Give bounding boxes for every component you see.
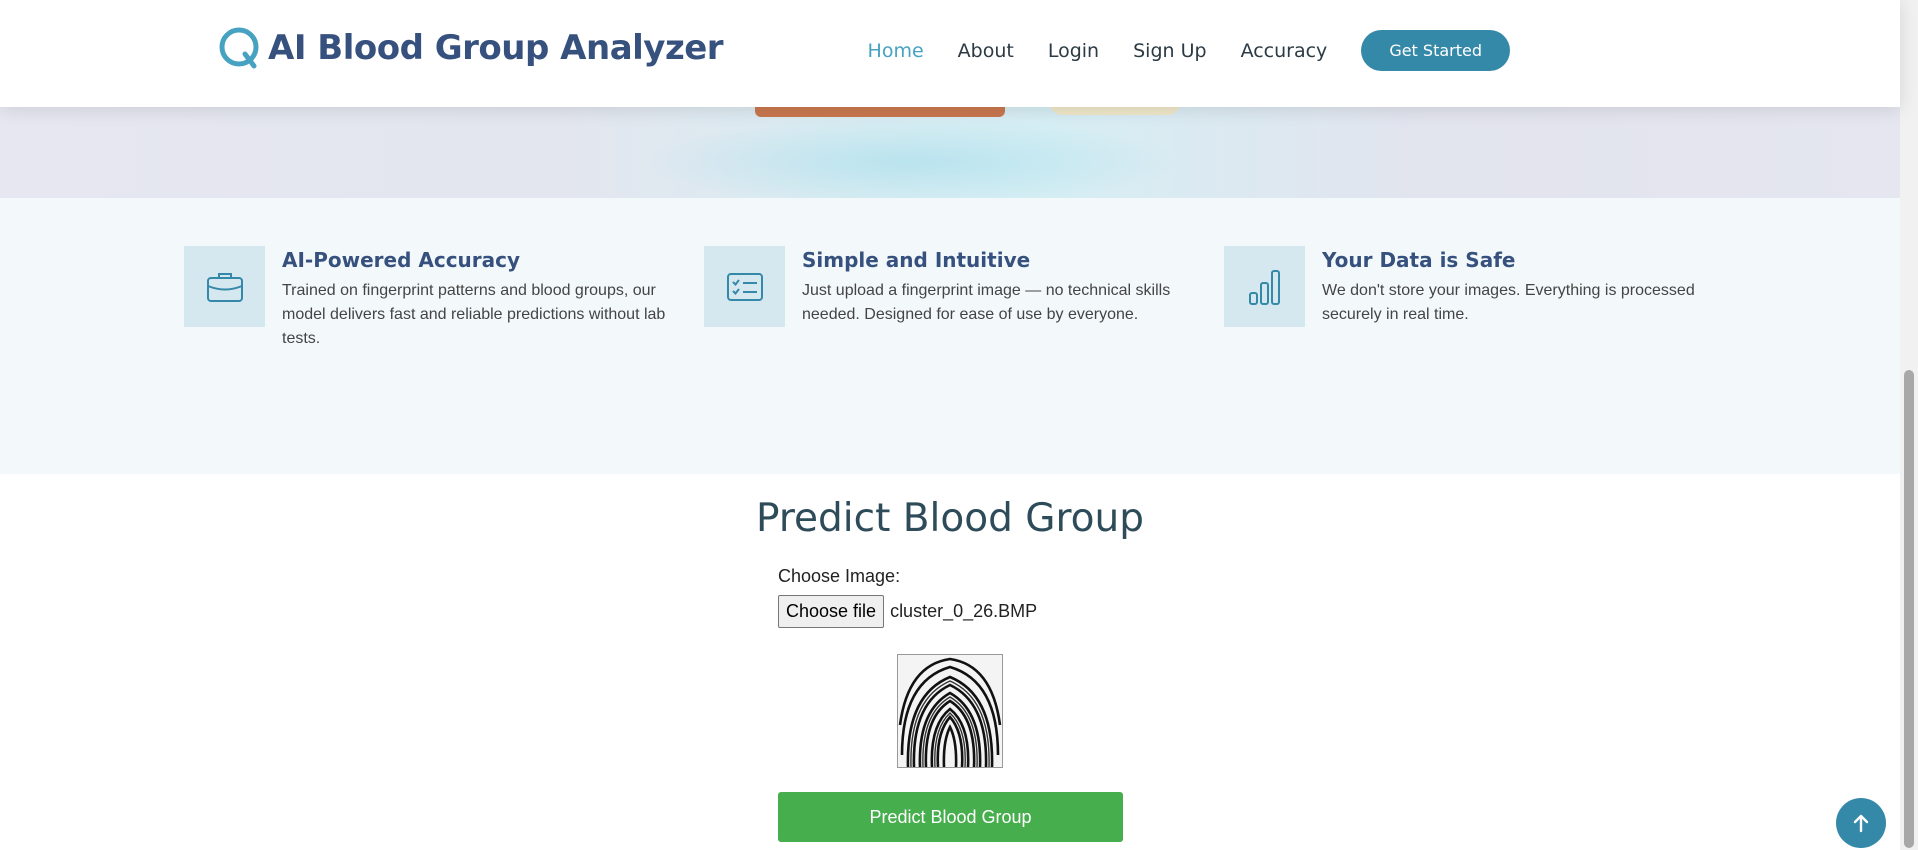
selected-file-name: cluster_0_26.BMP [890, 601, 1038, 621]
hero-decoration [640, 117, 1180, 207]
choose-image-label: Choose Image: [778, 566, 901, 586]
back-to-top-button[interactable] [1836, 798, 1886, 848]
fingerprint-image [898, 655, 1002, 767]
scrollbar-thumb[interactable] [1904, 370, 1914, 848]
brand-name: AI Blood Group Analyzer [268, 28, 724, 68]
file-input[interactable]: Choose file cluster_0_26.BMP [778, 595, 1037, 628]
feature-description: We don't store your images. Everything i… [1322, 282, 1695, 323]
predict-title: Predict Blood Group [756, 496, 1144, 541]
feature-title: Your Data is Safe [1322, 248, 1516, 272]
main-nav: Home About Login Sign Up Accuracy Get St… [834, 30, 1510, 71]
feature-ai-accuracy: AI-Powered Accuracy Trained on fingerpri… [160, 246, 680, 422]
arrow-up-icon [1853, 814, 1869, 833]
feature-data-safe: Your Data is Safe We don't store your im… [1200, 246, 1720, 422]
nav-accuracy[interactable]: Accuracy [1241, 40, 1328, 62]
bar-chart-icon [1248, 269, 1280, 305]
nav-login[interactable]: Login [1048, 40, 1099, 62]
feature-icon-box [704, 246, 785, 327]
feature-icon-box [184, 246, 265, 327]
predict-blood-group-button[interactable]: Predict Blood Group [778, 792, 1123, 842]
nav-sign-up[interactable]: Sign Up [1133, 40, 1206, 62]
feature-description: Trained on fingerprint patterns and bloo… [282, 282, 666, 347]
features-row: AI-Powered Accuracy Trained on fingerpri… [160, 246, 1738, 422]
feature-title: Simple and Intuitive [802, 248, 1031, 272]
feature-title: AI-Powered Accuracy [282, 248, 521, 272]
get-started-button[interactable]: Get Started [1361, 30, 1510, 71]
logo-q-icon [219, 27, 259, 69]
feature-simple: Simple and Intuitive Just upload a finge… [680, 246, 1200, 422]
feature-icon-box [1224, 246, 1305, 327]
briefcase-icon [206, 272, 243, 302]
fingerprint-preview-image [897, 654, 1003, 768]
predict-section: Predict Blood Group Choose Image: Choose… [0, 474, 1900, 850]
features-section: AI-Powered Accuracy Trained on fingerpri… [0, 198, 1900, 474]
site-header: AI Blood Group Analyzer Home About Login… [0, 0, 1900, 107]
hero-image-remnant [0, 103, 1900, 207]
checklist-icon [726, 272, 763, 301]
choose-file-button[interactable]: Choose file [778, 595, 885, 628]
nav-home[interactable]: Home [868, 40, 924, 62]
nav-about[interactable]: About [958, 40, 1014, 62]
page-scrollbar[interactable] [1900, 0, 1918, 850]
feature-description: Just upload a fingerprint image — no tec… [802, 282, 1171, 323]
brand-logo[interactable]: AI Blood Group Analyzer [218, 26, 724, 70]
